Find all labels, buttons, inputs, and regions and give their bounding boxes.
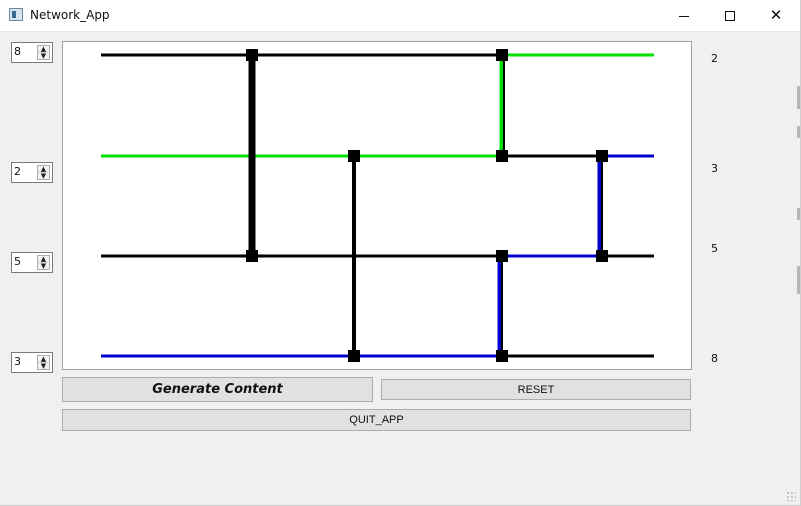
right-label-3: 5 xyxy=(711,242,718,255)
title-bar: Network_App ✕ xyxy=(0,0,800,32)
window-title: Network_App xyxy=(30,8,110,22)
right-edge-mark-3 xyxy=(797,208,800,220)
chevron-down-icon[interactable]: ▼ xyxy=(38,363,49,370)
right-label-1: 2 xyxy=(711,52,718,65)
left-spinbox-1-steppers[interactable]: ▲ ▼ xyxy=(37,45,50,60)
node-1-439 xyxy=(496,49,508,61)
left-spinbox-4[interactable]: 3 ▲ ▼ xyxy=(11,352,53,373)
left-spinbox-2[interactable]: 2 ▲ ▼ xyxy=(11,162,53,183)
node-2-539 xyxy=(596,150,608,162)
node-1-189 xyxy=(246,49,258,61)
close-icon: ✕ xyxy=(769,7,783,24)
close-button[interactable]: ✕ xyxy=(753,0,799,31)
right-label-4: 8 xyxy=(711,352,718,365)
left-spinbox-1[interactable]: 8 ▲ ▼ xyxy=(11,42,53,63)
reset-button[interactable]: RESET xyxy=(381,379,691,400)
left-spinbox-3-value: 5 xyxy=(14,255,21,268)
right-edge-mark-1 xyxy=(797,86,800,109)
network-diagram xyxy=(101,49,654,362)
left-spinbox-4-steppers[interactable]: ▲ ▼ xyxy=(37,355,50,370)
node-4-439 xyxy=(496,350,508,362)
chevron-down-icon[interactable]: ▼ xyxy=(38,173,49,180)
network-app-window: Network_App ✕ 8 ▲ ▼ 2 ▲ ▼ 5 ▲ ▼ 3 ▲ ▼ 2 … xyxy=(0,0,801,506)
generate-content-button[interactable]: Generate Content xyxy=(62,377,373,402)
left-spinbox-3-steppers[interactable]: ▲ ▼ xyxy=(37,255,50,270)
left-spinbox-1-value: 8 xyxy=(14,45,21,58)
right-label-2: 3 xyxy=(711,162,718,175)
left-spinbox-2-value: 2 xyxy=(14,165,21,178)
app-icon xyxy=(9,8,23,21)
left-spinbox-3[interactable]: 5 ▲ ▼ xyxy=(11,252,53,273)
minimize-icon xyxy=(679,16,689,17)
maximize-button[interactable] xyxy=(707,0,753,31)
left-spinbox-2-steppers[interactable]: ▲ ▼ xyxy=(37,165,50,180)
node-2-439 xyxy=(496,150,508,162)
node-3-189 xyxy=(246,250,258,262)
minimize-button[interactable] xyxy=(661,0,707,31)
node-3-439 xyxy=(496,250,508,262)
node-2-291 xyxy=(348,150,360,162)
node-3-539 xyxy=(596,250,608,262)
left-spinbox-4-value: 3 xyxy=(14,355,21,368)
right-edge-mark-2 xyxy=(797,126,800,138)
chevron-down-icon[interactable]: ▼ xyxy=(38,53,49,60)
chevron-down-icon[interactable]: ▼ xyxy=(38,263,49,270)
network-canvas xyxy=(62,41,692,370)
right-edge-mark-4 xyxy=(797,266,800,294)
resize-grip[interactable] xyxy=(786,491,796,501)
maximize-icon xyxy=(725,10,735,21)
quit-app-button[interactable]: QUIT_APP xyxy=(62,409,691,431)
node-4-291 xyxy=(348,350,360,362)
